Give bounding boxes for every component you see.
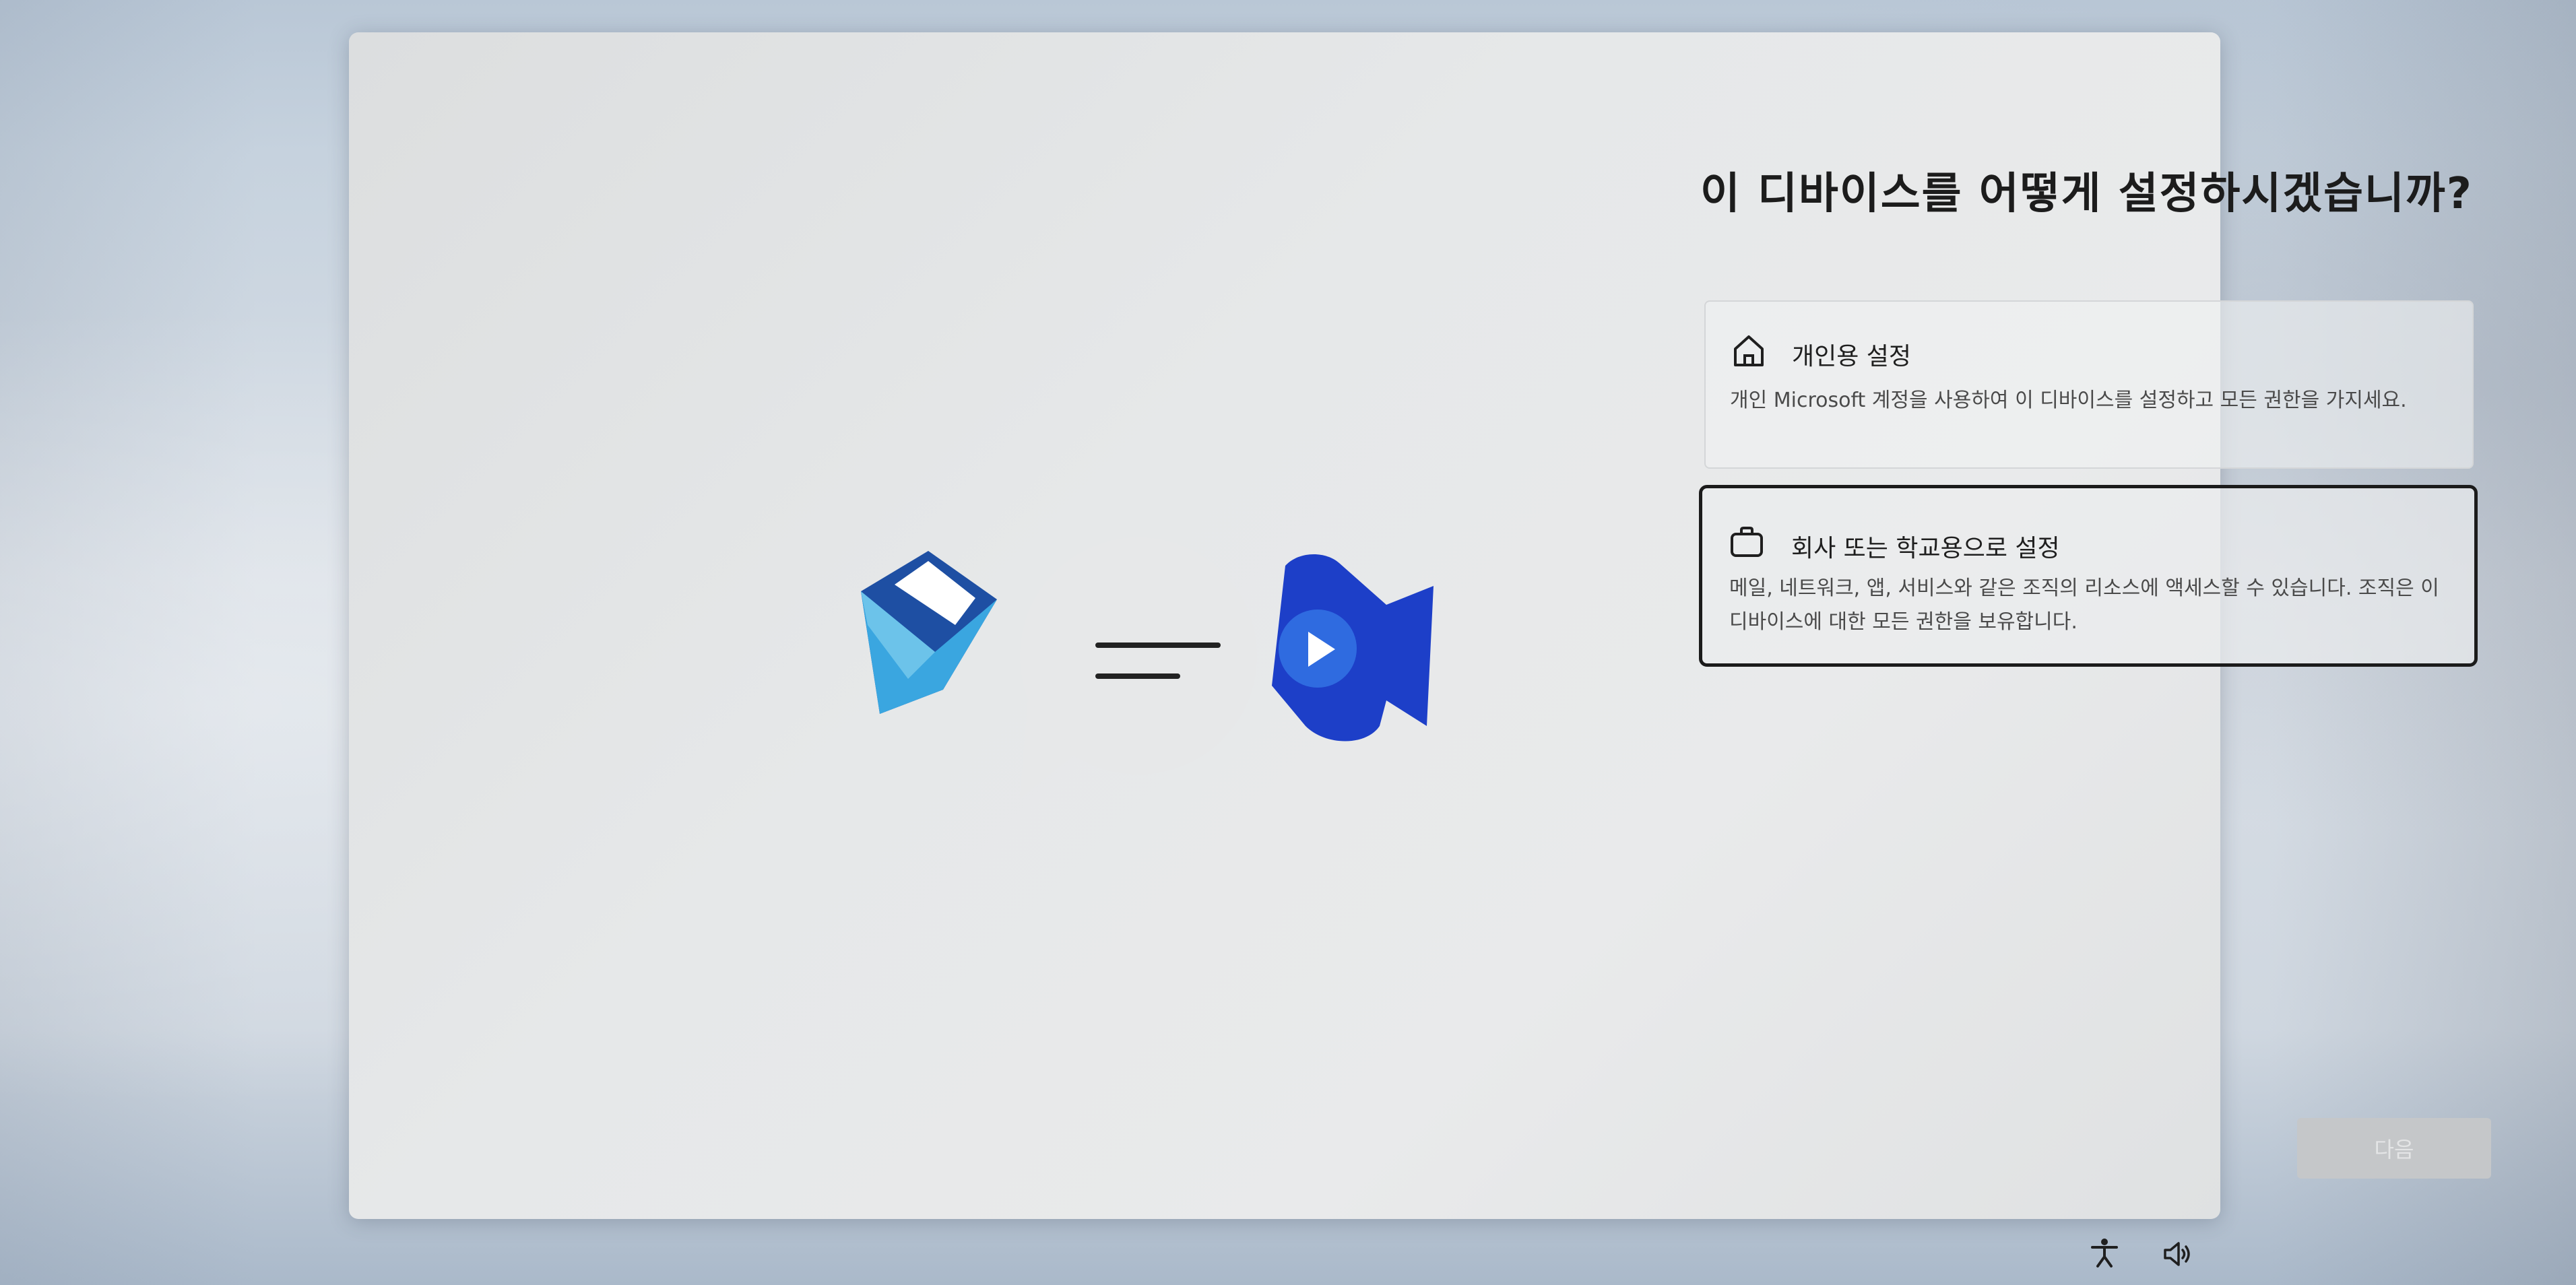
mail-icon	[861, 551, 997, 714]
option-work-description: 메일, 네트워크, 앱, 서비스와 같은 조직의 리소스에 액세스할 수 있습니…	[1729, 576, 2439, 634]
video-camera-icon	[1272, 554, 1434, 742]
accessibility-icon[interactable]	[2088, 1237, 2121, 1269]
option-personal-card[interactable]: 개인용 설정 개인 Microsoft 계정을 사용하여 이 디바이스를 설정하…	[1704, 300, 2474, 469]
briefcase-icon	[1731, 527, 1763, 557]
option-personal-title: 개인용 설정	[1792, 343, 1912, 370]
next-button[interactable]: 다음	[2297, 1118, 2491, 1179]
option-work-title: 회사 또는 학교용으로 설정	[1791, 535, 2060, 562]
option-personal-description: 개인 Microsoft 계정을 사용하여 이 디바이스를 설정하고 모든 권한…	[1730, 389, 2407, 412]
option-work-card[interactable]: 회사 또는 학교용으로 설정 메일, 네트워크, 앱, 서비스와 같은 조직의 …	[1699, 485, 2478, 667]
oobe-window: 이 디바이스를 어떻게 설정하시겠습니까? 개인용 설정 개인 Microsof…	[349, 32, 2491, 1219]
chat-bubble-icon	[1020, 537, 1257, 799]
illustration	[861, 537, 1434, 799]
page-title: 이 디바이스를 어떻게 설정하시겠습니까?	[1700, 169, 2473, 219]
home-icon	[1734, 335, 1764, 366]
volume-icon[interactable]	[2161, 1238, 2193, 1270]
